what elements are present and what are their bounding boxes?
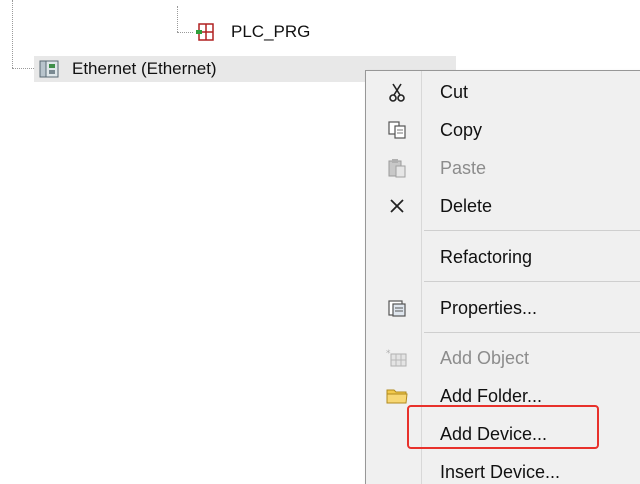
tree-connector-line [177,6,178,32]
menu-item-label: Add Object [440,347,530,368]
svg-text:*: * [386,349,391,359]
scissors-icon [386,81,408,103]
menu-separator [424,281,640,282]
menu-item-copy[interactable]: Copy [366,111,640,149]
properties-icon [386,297,408,319]
menu-separator [424,230,640,231]
menu-item-paste: Paste [366,149,640,187]
menu-item-refactoring[interactable]: Refactoring [366,238,640,276]
menu-item-label: Cut [440,81,469,102]
menu-item-label: Copy [440,119,483,140]
folder-icon [386,385,408,407]
paste-icon [386,157,408,179]
red-highlight-annotation [407,405,599,449]
delete-x-icon [386,195,408,217]
program-pou-icon [195,22,217,42]
menu-item-label: Insert Device... [440,461,561,482]
menu-separator [424,332,640,333]
tree-connector-line [12,0,13,68]
tree-connector-line [177,32,193,33]
copy-icon [386,119,408,141]
menu-item-delete[interactable]: Delete [366,187,640,225]
menu-item-label: Properties... [440,297,538,318]
device-tree-view: PLC_PRG Ethernet (Ethernet) Cut Copy Pas… [0,0,640,484]
tree-connector-line [12,68,34,69]
context-menu: Cut Copy Paste Delete Refactoring Proper… [365,70,640,484]
menu-item-label: Paste [440,157,487,178]
menu-item-insert-device[interactable]: Insert Device... [366,453,640,484]
menu-item-cut[interactable]: Cut [366,73,640,111]
ethernet-device-icon [38,59,60,79]
menu-item-label: Delete [440,195,493,216]
tree-node-plc-prg[interactable]: PLC_PRG [195,20,310,44]
tree-node-label: Ethernet (Ethernet) [72,59,217,78]
add-object-icon: * [386,347,408,369]
menu-item-add-object: * Add Object [366,339,640,377]
menu-item-label: Add Folder... [440,385,543,406]
tree-node-label: PLC_PRG [231,22,311,41]
menu-item-label: Refactoring [440,246,533,267]
menu-item-properties[interactable]: Properties... [366,289,640,327]
